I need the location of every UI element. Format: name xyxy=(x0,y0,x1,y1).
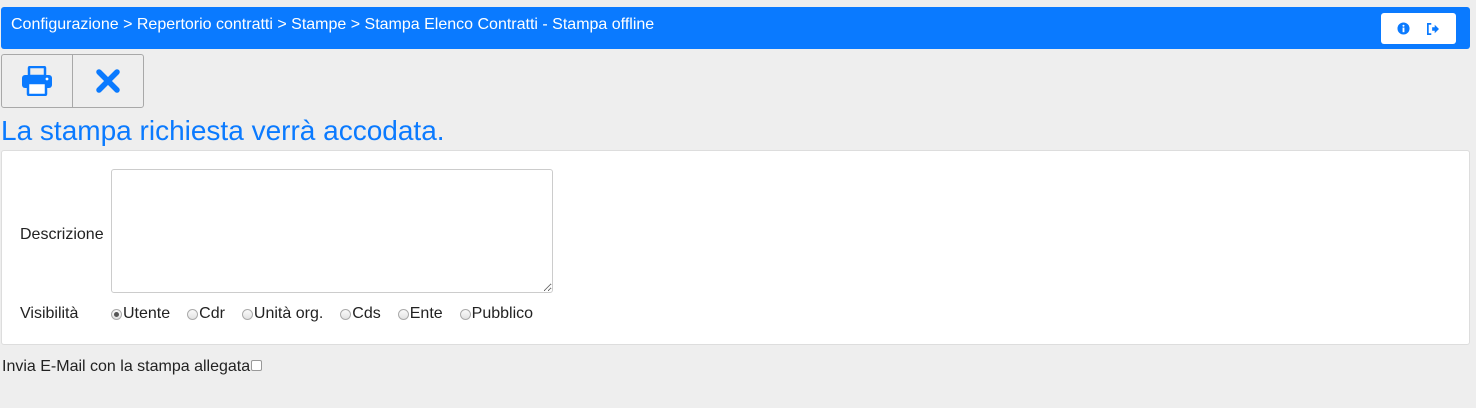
email-label: Invia E-Mail con la stampa allegata xyxy=(2,358,251,375)
visibility-option-cds[interactable]: Cds xyxy=(340,305,381,323)
description-label: Descrizione xyxy=(20,226,104,243)
print-form-panel: Descrizione Visibilità Utente Cdr Unità … xyxy=(1,150,1470,345)
print-icon xyxy=(22,66,52,96)
radio-button[interactable] xyxy=(241,308,253,320)
radio-button[interactable] xyxy=(187,308,199,320)
visibility-label: Visibilità xyxy=(20,305,79,322)
print-button[interactable] xyxy=(2,55,72,107)
logout-icon[interactable] xyxy=(1424,20,1442,38)
close-button[interactable] xyxy=(72,55,143,107)
radio-button[interactable] xyxy=(459,308,471,320)
title-bar: Configurazione > Repertorio contratti > … xyxy=(1,7,1470,49)
radio-label: Cdr xyxy=(199,305,225,322)
radio-button[interactable] xyxy=(397,308,409,320)
close-icon xyxy=(96,69,120,93)
radio-label: Unità org. xyxy=(253,305,324,322)
radio-label: Ente xyxy=(409,305,443,322)
radio-label: Cds xyxy=(352,305,381,322)
visibility-radio-group: Utente Cdr Unità org. Cds Ente Pubblico xyxy=(111,305,550,323)
radio-label: Utente xyxy=(123,305,171,322)
email-option: Invia E-Mail con la stampa allegata xyxy=(2,358,263,376)
info-icon[interactable] xyxy=(1395,20,1413,38)
visibility-option-unita-org[interactable]: Unità org. xyxy=(241,305,324,323)
radio-label: Pubblico xyxy=(471,305,534,322)
visibility-option-pubblico[interactable]: Pubblico xyxy=(459,305,534,323)
description-textarea[interactable] xyxy=(111,169,553,293)
visibility-option-cdr[interactable]: Cdr xyxy=(187,305,225,323)
breadcrumb: Configurazione > Repertorio contratti > … xyxy=(11,16,655,33)
radio-button[interactable] xyxy=(111,308,122,320)
visibility-option-ente[interactable]: Ente xyxy=(397,305,443,323)
radio-button[interactable] xyxy=(340,308,352,320)
email-checkbox[interactable] xyxy=(251,359,263,371)
queue-notice: La stampa richiesta verrà accodata. xyxy=(1,115,445,146)
toolbar xyxy=(1,54,144,108)
header-actions xyxy=(1381,13,1456,44)
visibility-option-utente[interactable]: Utente xyxy=(111,305,170,323)
